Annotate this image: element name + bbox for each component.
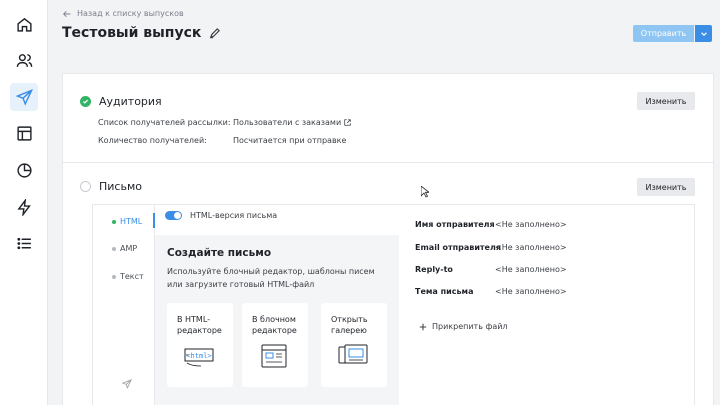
nav-templates[interactable]	[10, 119, 38, 147]
create-letter-title: Создайте письмо	[167, 247, 272, 259]
pencil-icon[interactable]	[209, 27, 221, 39]
sender-name-value: <Не заполнено>	[495, 220, 567, 229]
html-version-toggle[interactable]	[165, 211, 182, 220]
empty-circle-icon	[80, 181, 91, 192]
side-navigation	[0, 0, 48, 405]
gallery-option-label: Открыть галерею	[331, 315, 368, 335]
chevron-down-icon	[700, 31, 707, 36]
recipient-list-link[interactable]: Пользователи с заказами	[233, 118, 341, 127]
users-icon	[16, 53, 32, 67]
active-tab-indicator	[153, 213, 155, 228]
tab-html[interactable]: HTML	[112, 217, 142, 226]
audience-title-text: Аудитория	[99, 95, 162, 108]
send-button-group: Отправить	[633, 25, 712, 42]
list-icon	[16, 237, 31, 249]
tab-text[interactable]: Текст	[112, 272, 144, 281]
reply-to-value: <Не заполнено>	[495, 265, 567, 274]
status-dot	[112, 219, 116, 224]
audience-change-button[interactable]: Изменить	[637, 92, 695, 110]
recipient-count-label: Количество получателей:	[98, 136, 207, 145]
arrow-left-icon	[63, 10, 71, 17]
recipient-list-value[interactable]: Пользователи с заказами	[233, 118, 351, 127]
html-editor-option-label: В HTML-редакторе	[177, 315, 222, 335]
status-dot	[112, 246, 116, 251]
sender-email-field[interactable]: Email отправителя <Не заполнено>	[415, 243, 567, 252]
create-letter-description: Используйте блочный редактор, шаблоны пи…	[167, 267, 375, 289]
sender-email-label: Email отправителя	[415, 243, 501, 252]
send-button[interactable]: Отправить	[633, 25, 694, 42]
block-editor-option[interactable]: В блочном редакторе	[242, 303, 308, 387]
mouse-cursor-icon	[421, 186, 429, 198]
gallery-option[interactable]: Открыть галерею	[321, 303, 387, 387]
back-link[interactable]: Назад к списку выпусков	[63, 9, 184, 18]
gallery-icon	[338, 344, 368, 364]
reply-to-label: Reply-to	[415, 265, 453, 274]
sender-name-label: Имя отправителя	[415, 220, 495, 229]
send-plane-icon	[15, 88, 33, 106]
letter-title-text: Письмо	[99, 180, 142, 193]
html-version-toggle-row: HTML-версия письма	[165, 211, 277, 220]
letter-change-button[interactable]: Изменить	[637, 178, 695, 196]
recipient-count-value: Посчитается при отправке	[233, 136, 347, 145]
letter-section-title: Письмо	[80, 180, 142, 193]
subject-field[interactable]: Тема письма <Не заполнено>	[415, 287, 567, 296]
nav-contacts[interactable]	[10, 46, 38, 74]
back-link-label: Назад к списку выпусков	[77, 9, 184, 18]
tab-amp[interactable]: AMP	[112, 244, 137, 253]
page-title-text: Тестовый выпуск	[62, 25, 202, 41]
html-editor-option[interactable]: В HTML-редакторе <html>	[167, 303, 233, 387]
audience-section-title: Аудитория	[80, 95, 162, 108]
tab-html-label: HTML	[120, 217, 143, 226]
format-tabs: HTML AMP Текст	[93, 205, 155, 405]
home-icon	[16, 17, 32, 32]
nav-campaigns[interactable]	[10, 83, 38, 111]
check-circle-icon	[80, 96, 91, 107]
svg-text:<html>: <html>	[186, 352, 211, 360]
nav-lists[interactable]	[10, 229, 38, 257]
tab-text-label: Текст	[120, 272, 144, 281]
plus-icon	[419, 323, 427, 330]
subject-label: Тема письма	[415, 287, 474, 296]
create-letter-box: Создайте письмо Используйте блочный реда…	[155, 235, 399, 405]
recipient-list-label: Список получателей рассылки:	[98, 118, 231, 127]
layout-icon	[16, 125, 32, 141]
campaign-card: Аудитория Изменить Список получателей ра…	[62, 73, 714, 405]
html-editor-icon: <html>	[184, 348, 214, 367]
recipient-list-row: Список получателей рассылки: Пользовател…	[98, 118, 351, 127]
send-options-button[interactable]	[695, 25, 712, 42]
status-dot	[112, 274, 116, 279]
reply-to-field[interactable]: Reply-to <Не заполнено>	[415, 265, 567, 274]
recipient-count-row: Количество получателей: Посчитается при …	[98, 136, 346, 145]
page-title: Тестовый выпуск	[62, 25, 221, 41]
attach-file-label: Прикрепить файл	[432, 322, 508, 331]
html-version-label: HTML-версия письма	[190, 211, 278, 220]
attach-file-button[interactable]: Прикрепить файл	[419, 322, 508, 331]
block-editor-icon	[261, 344, 287, 368]
nav-automation[interactable]	[10, 193, 38, 221]
nav-analytics[interactable]	[10, 156, 38, 184]
sender-email-value: <Не заполнено>	[495, 243, 567, 252]
external-link-icon	[344, 119, 351, 126]
lightning-icon	[16, 198, 31, 216]
send-test-icon[interactable]	[122, 379, 132, 389]
pie-chart-icon	[16, 162, 32, 178]
tab-amp-label: AMP	[120, 244, 138, 253]
sender-name-field[interactable]: Имя отправителя <Не заполнено>	[415, 220, 567, 229]
nav-home[interactable]	[10, 10, 38, 38]
subject-value: <Не заполнено>	[495, 287, 567, 296]
section-divider	[63, 162, 713, 163]
block-editor-option-label: В блочном редакторе	[252, 315, 297, 335]
letter-editor-panel: HTML AMP Текст HTML-версия письма Создай…	[92, 204, 695, 405]
